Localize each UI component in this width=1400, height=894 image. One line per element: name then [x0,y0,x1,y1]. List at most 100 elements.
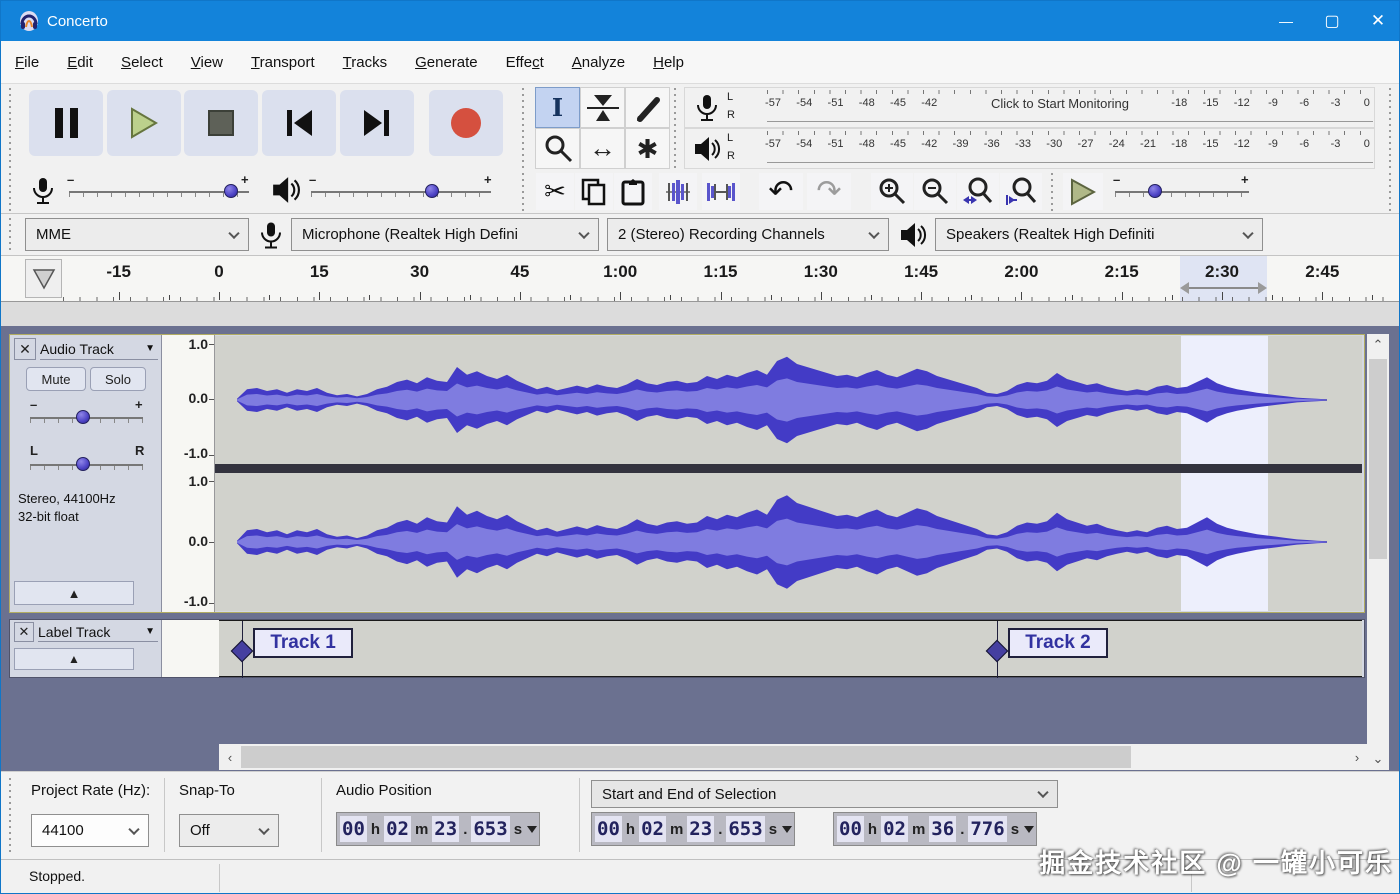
audio-position-field[interactable]: 00h02m23.653s [336,812,540,846]
menu-item-tracks[interactable]: Tracks [343,54,387,71]
timeline-ruler[interactable]: -1501530451:001:151:301:452:002:152:302:… [1,256,1400,302]
skip-to-start-button[interactable] [262,90,336,156]
recording-device-select[interactable]: Microphone (Realtek High Defini [291,218,599,251]
mute-button[interactable]: Mute [26,367,86,391]
scroll-down-icon[interactable]: ⌄ [1367,748,1389,770]
time-digits[interactable]: 653 [726,816,764,842]
field-dropdown-icon[interactable] [782,826,792,833]
time-digits[interactable]: 02 [881,816,908,842]
time-digits[interactable]: 776 [968,816,1006,842]
play-button[interactable] [107,90,181,156]
label-text-2[interactable]: Track 2 [1008,628,1108,658]
trim-audio-button[interactable] [659,173,697,210]
waveform-channel-right[interactable] [215,473,1362,611]
waveform-channel-left[interactable] [215,336,1362,464]
recording-meter[interactable]: LR -57-54-51-48-45-42-39-36-33-30-27-24-… [684,87,1375,128]
label-flag-handle[interactable] [986,640,1009,663]
pan-thumb[interactable] [76,457,90,471]
playback-device-select[interactable]: Speakers (Realtek High Definiti [935,218,1263,251]
menu-item-help[interactable]: Help [653,54,684,71]
label-text-1[interactable]: Track 1 [253,628,353,658]
silence-audio-button[interactable] [702,173,740,210]
track-canvas[interactable]: ✕ Audio Track ▼ Mute Solo – + L R Stereo… [1,326,1400,771]
menu-item-view[interactable]: View [191,54,223,71]
collapse-track-button[interactable]: ▲ [14,581,134,605]
time-digits[interactable]: 23 [432,816,459,842]
meter-grip[interactable] [674,88,680,168]
field-dropdown-icon[interactable] [1024,826,1034,833]
field-dropdown-icon[interactable] [527,826,537,833]
timeshift-tool-button[interactable]: ↔ [580,128,625,169]
time-digits[interactable]: 02 [384,816,411,842]
maximize-button[interactable]: ▢ [1309,1,1355,41]
horizontal-scrollbar-thumb[interactable] [241,746,1131,768]
menu-item-edit[interactable]: Edit [67,54,93,71]
stop-button[interactable] [184,90,258,156]
cut-button[interactable]: ✂ [536,173,574,210]
timeline-options-button[interactable] [25,259,62,298]
zoom-in-button[interactable] [871,173,913,210]
zoom-tool-button[interactable] [535,128,580,169]
menu-item-effect[interactable]: Effect [506,54,544,71]
dock-grip[interactable] [1389,173,1395,211]
menu-item-transport[interactable]: Transport [251,54,315,71]
collapse-track-button[interactable]: ▲ [14,648,134,670]
fit-selection-button[interactable] [957,173,999,210]
close-track-button[interactable]: ✕ [14,338,36,360]
envelope-tool-button[interactable] [580,87,625,128]
time-digits[interactable]: 36 [929,816,956,842]
output-volume-thumb[interactable] [425,184,439,198]
zoom-out-button[interactable] [914,173,956,210]
menu-item-analyze[interactable]: Analyze [572,54,625,71]
horizontal-scrollbar[interactable]: ‹ › [219,744,1368,770]
monitoring-hint[interactable]: Click to Start Monitoring [953,96,1167,111]
selection-tool-button[interactable]: I [535,87,580,128]
menu-item-select[interactable]: Select [121,54,163,71]
pause-button[interactable] [29,90,103,156]
undo-button[interactable]: ↶ [759,173,803,210]
scroll-left-icon[interactable]: ‹ [219,744,241,770]
selection-mode-select[interactable]: Start and End of Selection [591,780,1058,808]
speed-grip[interactable] [1051,173,1057,211]
close-track-button[interactable]: ✕ [14,622,34,642]
close-button[interactable]: ✕ [1355,1,1400,41]
redo-button[interactable]: ↷ [807,173,851,210]
dock-grip[interactable] [1389,88,1395,168]
label-flag-handle[interactable] [231,640,254,663]
draw-tool-button[interactable] [625,87,670,128]
menu-item-generate[interactable]: Generate [415,54,478,71]
skip-to-end-button[interactable] [340,90,414,156]
track-title-menu[interactable]: Label Track ▼ [38,622,158,642]
time-digits[interactable]: 00 [340,816,367,842]
mixer-grip[interactable] [9,173,15,211]
time-digits[interactable]: 23 [687,816,714,842]
vertical-scrollbar-thumb[interactable] [1369,359,1387,559]
transport-grip[interactable] [9,88,15,168]
device-grip[interactable] [9,218,15,251]
vertical-scrollbar[interactable]: ⌃ ⌄ [1367,334,1389,770]
time-digits[interactable]: 02 [639,816,666,842]
tools-grip[interactable] [522,88,528,168]
copy-button[interactable] [575,173,613,210]
time-digits[interactable]: 653 [471,816,509,842]
track-title-menu[interactable]: Audio Track ▼ [40,338,158,360]
menu-item-file[interactable]: File [15,54,39,71]
selection-start-field[interactable]: 00h02m23.653s [591,812,795,846]
record-button[interactable] [429,90,503,156]
snap-to-select[interactable]: Off [179,814,279,847]
scroll-right-icon[interactable]: › [1346,744,1368,770]
multi-tool-button[interactable]: ✱ [625,128,670,169]
play-at-speed-button[interactable] [1063,173,1103,210]
scroll-up-icon[interactable]: ⌃ [1367,334,1389,356]
vertical-scale-ruler[interactable]: 1.00.0-1.01.00.0-1.0 [162,335,215,612]
gain-thumb[interactable] [76,410,90,424]
recording-channels-select[interactable]: 2 (Stereo) Recording Channels [607,218,889,251]
host-select[interactable]: MME [25,218,249,251]
edit-grip[interactable] [522,173,528,211]
channel-divider[interactable] [215,464,1362,473]
time-digits[interactable]: 00 [595,816,622,842]
fit-project-button[interactable] [1000,173,1042,210]
label-area[interactable]: Track 1 Track 2 [219,620,1362,677]
time-digits[interactable]: 00 [837,816,864,842]
selbar-grip[interactable] [9,778,15,852]
